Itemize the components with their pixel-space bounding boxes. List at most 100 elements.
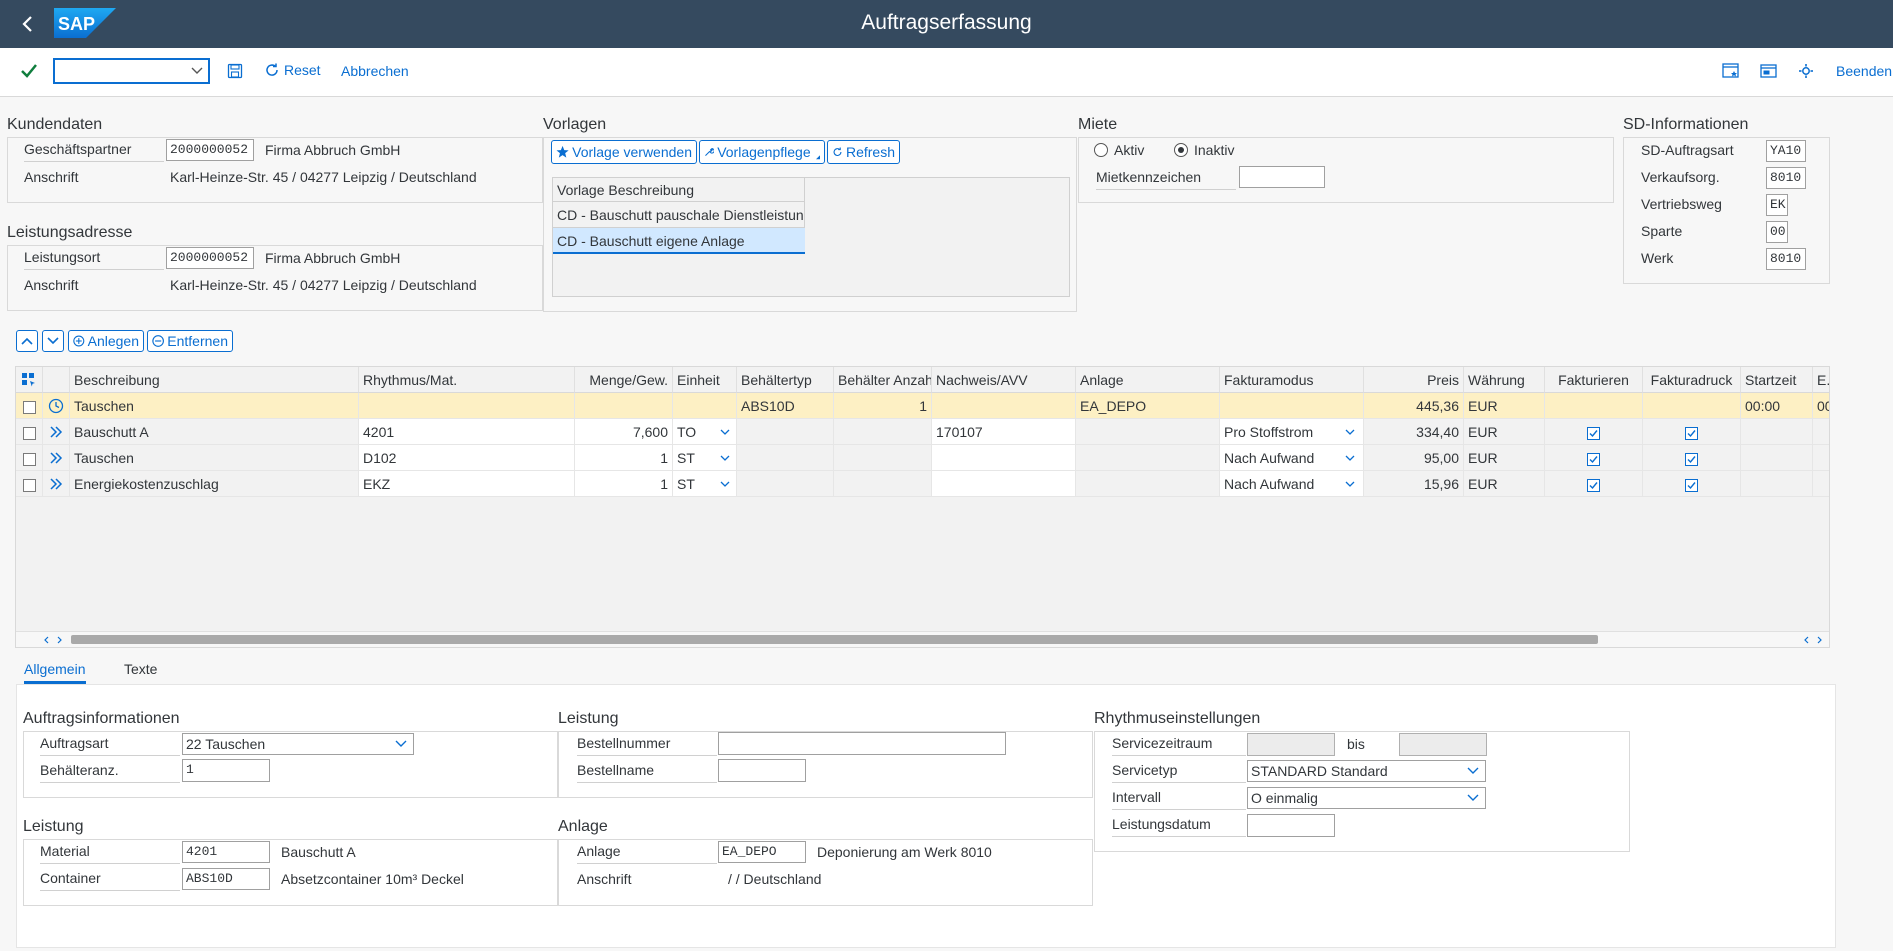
abbrechen-button[interactable]: Abbrechen: [341, 63, 409, 79]
checkbox[interactable]: [22, 478, 36, 492]
table-row[interactable]: Tauschen D102 1 ST Nach Aufwand 95,00 EU…: [16, 445, 1829, 471]
cell-fakturieren[interactable]: [1545, 471, 1643, 497]
checkbox-checked[interactable]: [1587, 452, 1600, 466]
col-header-e[interactable]: E...: [1813, 367, 1829, 393]
checkbox-checked[interactable]: [1685, 478, 1698, 492]
checkbox-checked[interactable]: [1685, 452, 1698, 466]
cell-menge[interactable]: 7,600: [575, 419, 673, 445]
vorlagenpflege-button[interactable]: Vorlagenpflege: [699, 140, 825, 164]
checkbox[interactable]: [22, 426, 36, 440]
col-header-beschreibung[interactable]: Beschreibung: [70, 367, 359, 393]
intervall-dropdown[interactable]: O einmalig: [1247, 787, 1486, 809]
col-header-nachweis[interactable]: Nachweis/AVV: [932, 367, 1076, 393]
command-field[interactable]: [53, 58, 210, 84]
anlage-field[interactable]: EA_DEPO: [718, 841, 806, 863]
servicezeitraum-to-field[interactable]: [1399, 733, 1487, 756]
col-header-startzeit[interactable]: Startzeit: [1741, 367, 1813, 393]
cell-einheit[interactable]: ST: [673, 471, 737, 497]
leistungsdatum-field[interactable]: [1247, 814, 1335, 837]
cell-rhythmus[interactable]: EKZ: [359, 471, 575, 497]
row-icon[interactable]: [43, 471, 70, 497]
behaelteranz-field[interactable]: 1: [182, 759, 270, 782]
horizontal-scrollbar[interactable]: [16, 631, 1829, 647]
servicetyp-dropdown[interactable]: STANDARD Standard: [1247, 760, 1486, 782]
leistungsort-field[interactable]: 2000000052: [166, 247, 254, 269]
anlegen-button[interactable]: Anlegen: [68, 330, 144, 352]
entfernen-button[interactable]: Entfernen: [147, 330, 233, 352]
checkbox[interactable]: [22, 400, 36, 414]
vertriebsweg-field[interactable]: EK: [1766, 194, 1788, 216]
new-window-icon[interactable]: [1760, 63, 1778, 79]
row-select[interactable]: [16, 393, 43, 419]
checkbox-checked[interactable]: [1587, 478, 1600, 492]
vorlage-verwenden-button[interactable]: Vorlage verwenden: [551, 140, 697, 164]
col-header-fakturadruck[interactable]: Fakturadruck: [1643, 367, 1741, 393]
col-header-rhythmus[interactable]: Rhythmus/Mat.: [359, 367, 575, 393]
aktiv-radio[interactable]: Aktiv: [1094, 142, 1144, 158]
select-all-header[interactable]: [16, 367, 43, 393]
cell-fakturamodus[interactable]: Nach Aufwand: [1220, 471, 1364, 497]
vorlage-item[interactable]: CD - Bauschutt pauschale Dienstleistung: [553, 202, 805, 228]
cell-fakturamodus[interactable]: Pro Stoffstrom: [1220, 419, 1364, 445]
settings-icon[interactable]: [1798, 63, 1816, 79]
move-down-button[interactable]: [42, 330, 64, 352]
auftragsart-dropdown[interactable]: 22 Tauschen: [182, 733, 414, 755]
container-field[interactable]: ABS10D: [182, 868, 270, 890]
window-star-icon[interactable]: [1722, 63, 1740, 79]
checkmark-icon[interactable]: [20, 62, 38, 80]
checkbox-checked[interactable]: [1685, 426, 1698, 440]
col-header-behaelter-anzahl[interactable]: Behälter Anzahl: [834, 367, 932, 393]
reset-button[interactable]: Reset: [264, 62, 321, 78]
scrollbar-thumb[interactable]: [71, 635, 1598, 644]
cell-nachweis[interactable]: [932, 471, 1076, 497]
row-select[interactable]: [16, 419, 43, 445]
col-header-waehrung[interactable]: Währung: [1464, 367, 1545, 393]
cell-fakturamodus[interactable]: Nach Aufwand: [1220, 445, 1364, 471]
row-select[interactable]: [16, 445, 43, 471]
vorlage-item-selected[interactable]: CD - Bauschutt eigene Anlage: [553, 228, 805, 254]
bestellnummer-field[interactable]: [718, 732, 1006, 755]
geschaeftspartner-field[interactable]: 2000000052: [166, 139, 254, 161]
row-icon[interactable]: [43, 419, 70, 445]
tab-texte[interactable]: Texte: [124, 661, 157, 677]
col-header-fakturieren[interactable]: Fakturieren: [1545, 367, 1643, 393]
mietkennzeichen-field[interactable]: [1239, 166, 1325, 188]
col-header-anlage[interactable]: Anlage: [1076, 367, 1220, 393]
inaktiv-radio[interactable]: Inaktiv: [1174, 142, 1234, 158]
col-header-menge[interactable]: Menge/Gew.: [575, 367, 673, 393]
werk-field[interactable]: 8010: [1766, 248, 1806, 270]
cell-fakturadruck[interactable]: [1643, 445, 1741, 471]
col-header-einheit[interactable]: Einheit: [673, 367, 737, 393]
col-header-preis[interactable]: Preis: [1364, 367, 1464, 393]
cell-einheit[interactable]: ST: [673, 445, 737, 471]
scroll-arrows-icon[interactable]: [1804, 636, 1824, 644]
refresh-button[interactable]: Refresh: [827, 140, 900, 164]
verkaufsorg-field[interactable]: 8010: [1766, 167, 1806, 189]
chevron-down-icon[interactable]: [191, 67, 203, 75]
cell-einheit[interactable]: TO: [673, 419, 737, 445]
table-row[interactable]: Bauschutt A 4201 7,600 TO 170107 Pro Sto…: [16, 419, 1829, 445]
tab-allgemein[interactable]: Allgemein: [24, 661, 86, 684]
servicezeitraum-from-field[interactable]: [1247, 733, 1335, 756]
scroll-arrows-icon[interactable]: [44, 636, 64, 644]
sparte-field[interactable]: 00: [1766, 221, 1788, 243]
sd-auftragsart-field[interactable]: YA10: [1766, 140, 1806, 162]
cell-fakturieren[interactable]: [1545, 445, 1643, 471]
bestellname-field[interactable]: [718, 759, 806, 782]
beenden-button[interactable]: Beenden: [1836, 63, 1892, 79]
checkbox[interactable]: [22, 452, 36, 466]
cell-menge[interactable]: 1: [575, 471, 673, 497]
cell-rhythmus[interactable]: D102: [359, 445, 575, 471]
col-header-fakturamodus[interactable]: Fakturamodus: [1220, 367, 1364, 393]
cell-menge[interactable]: 1: [575, 445, 673, 471]
save-icon[interactable]: [227, 63, 243, 79]
col-header-behaeltertyp[interactable]: Behältertyp: [737, 367, 834, 393]
row-icon[interactable]: [43, 445, 70, 471]
cell-fakturadruck[interactable]: [1643, 419, 1741, 445]
cell-nachweis[interactable]: [932, 445, 1076, 471]
material-field[interactable]: 4201: [182, 841, 270, 863]
cell-nachweis[interactable]: 170107: [932, 419, 1076, 445]
table-row[interactable]: Tauschen ABS10D 1 EA_DEPO 445,36 EUR 00:…: [16, 393, 1829, 419]
cell-rhythmus[interactable]: 4201: [359, 419, 575, 445]
cell-fakturieren[interactable]: [1545, 419, 1643, 445]
